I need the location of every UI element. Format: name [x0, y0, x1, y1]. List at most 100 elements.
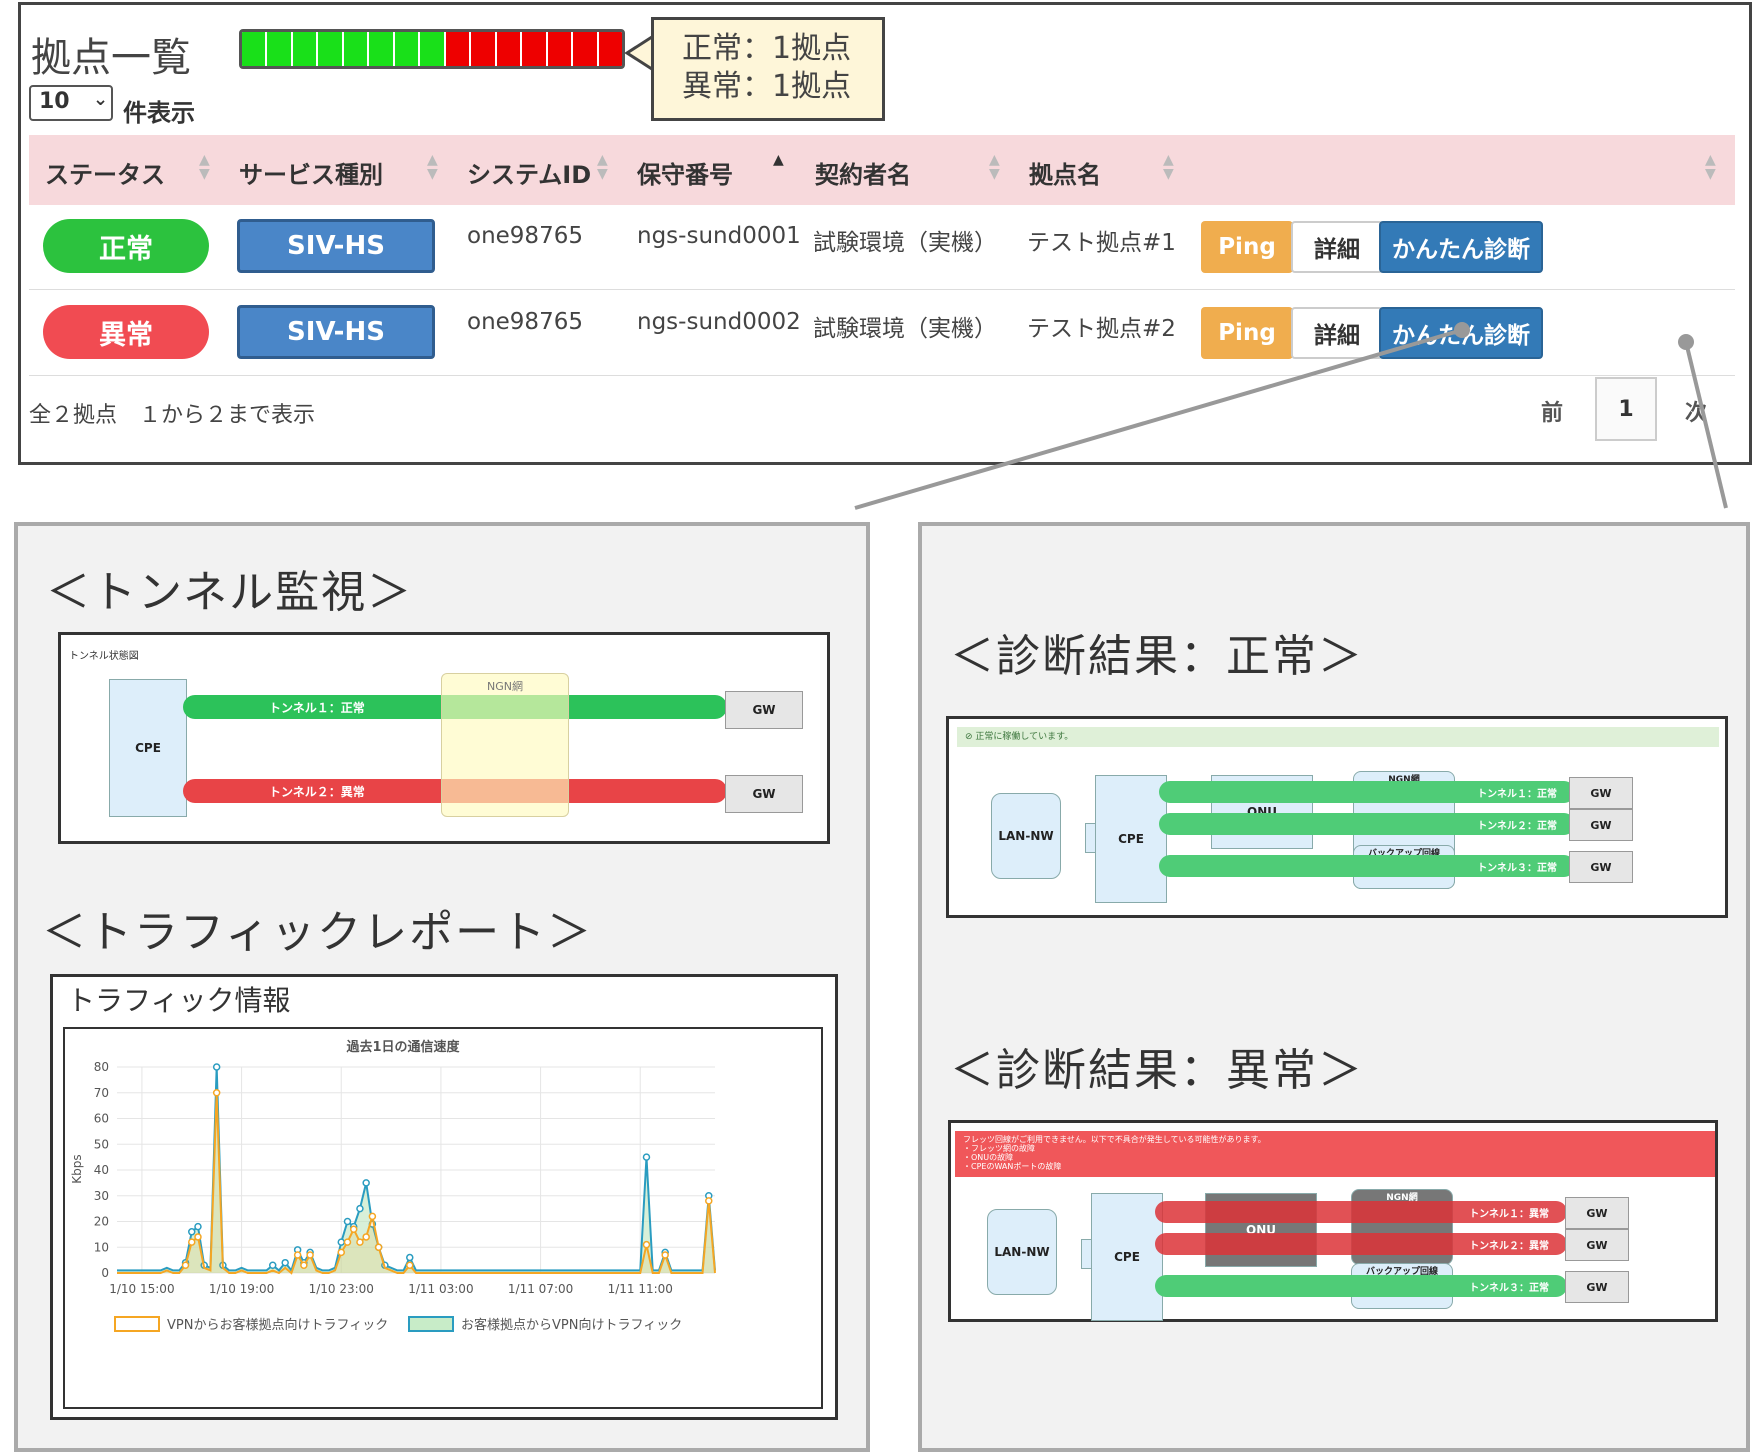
data-point: [300, 1261, 308, 1270]
error-cause-item: ・フレッツ網の故障: [963, 1144, 1035, 1153]
data-point: [642, 1240, 651, 1249]
data-point: [356, 1204, 364, 1213]
legend-label: お客様拠点からVPN向けトラフィック: [461, 1317, 682, 1333]
traffic-panel-title: トラフィック情報: [67, 984, 291, 1017]
y-tick-label: 30: [94, 1189, 109, 1203]
data-point: [368, 1212, 377, 1221]
chart-title: 過去1日の通信速度: [345, 1039, 460, 1055]
tunnel-section-title: ＜トンネル監視＞: [46, 567, 414, 618]
gw-node: GW: [1565, 1271, 1629, 1303]
detail-panel: ＜トンネル監視＞ トンネル状態図 CPE トンネル１：正常 トンネル２：異常 N…: [14, 522, 870, 1452]
sort-icon[interactable]: ▲ ▼: [989, 153, 1000, 181]
ngn-network-zone: NGN網: [441, 673, 569, 817]
tunnel-2-label: トンネル２：異常: [1469, 1240, 1549, 1252]
detail-button[interactable]: 詳細: [1291, 307, 1383, 359]
ping-button[interactable]: Ping: [1201, 307, 1293, 359]
table-row: 正常 SIV-HS one98765 ngs-sund0001 試験環境（実機）…: [21, 205, 1741, 289]
lan-nw-node: LAN-NW: [987, 1209, 1057, 1295]
status-segment-error: [471, 32, 497, 66]
y-tick-label: 10: [94, 1240, 109, 1254]
maintenance-no-cell: ngs-sund0001: [637, 223, 801, 249]
y-tick-label: 70: [94, 1086, 109, 1100]
status-segment-error: [598, 32, 622, 66]
status-segment-normal: [267, 32, 293, 66]
legend-label: VPNからお客様拠点向けトラフィック: [167, 1317, 388, 1333]
gw-node: GW: [725, 775, 803, 813]
prev-page-button[interactable]: 前: [1541, 395, 1563, 427]
series-line: [117, 1092, 716, 1275]
y-tick-label: 0: [101, 1266, 109, 1280]
status-segment-normal: [369, 32, 395, 66]
tunnel-2-label: トンネル２：異常: [269, 784, 365, 799]
record-count-text: 全２拠点 １から２まで表示: [29, 403, 316, 428]
status-segment-normal: [242, 32, 268, 66]
legend-swatch: [408, 1316, 454, 1332]
site-name-cell: テスト拠点#2: [1027, 316, 1176, 342]
cpe-node: CPE: [1095, 775, 1167, 903]
data-point: [188, 1238, 196, 1246]
diagnosis-ok-title: ＜診断結果：正常＞: [950, 631, 1364, 682]
sort-asc-icon[interactable]: ▲: [773, 153, 784, 167]
column-header-site[interactable]: 拠点名: [1029, 155, 1101, 190]
status-summary-bar: [239, 29, 625, 69]
data-point: [293, 1251, 302, 1259]
next-page-button[interactable]: 次: [1685, 395, 1707, 427]
tunnel-1-pipe: トンネル１：異常: [1155, 1201, 1567, 1223]
diagnosis-ok-diagram: ⊘ 正常に稼働しています。 LAN-NW CPE ONU NGN網 バックアップ…: [946, 716, 1728, 918]
page-size-label: 件表示: [123, 99, 195, 127]
status-segment-error: [547, 32, 574, 66]
status-segment-normal: [343, 32, 370, 66]
series-area: [117, 1092, 715, 1273]
sort-icon[interactable]: ▲ ▼: [1705, 153, 1716, 181]
sort-icon[interactable]: ▲ ▼: [597, 153, 608, 181]
tunnel-2-pipe: トンネル２：異常: [1155, 1233, 1567, 1255]
ok-banner: ⊘ 正常に稼働しています。: [957, 727, 1719, 747]
data-point: [343, 1217, 352, 1226]
column-header-system-id[interactable]: システムID: [467, 155, 591, 190]
tunnel-diagram-title: トンネル状態図: [69, 651, 139, 662]
site-list-panel: 拠点一覧 正常：1拠点 異常：1拠点 10 ⌄ 件表示 ステータス ▲ ▼ サービ…: [18, 2, 1752, 465]
page-size-value: 10: [39, 89, 70, 114]
sort-icon[interactable]: ▲ ▼: [199, 153, 210, 181]
column-header-contractor[interactable]: 契約者名: [815, 155, 911, 190]
tunnel-1-label: トンネル１：異常: [1469, 1208, 1549, 1220]
series-line: [117, 1066, 716, 1273]
page-size-select[interactable]: 10 ⌄: [29, 85, 113, 121]
data-point: [642, 1153, 651, 1161]
ping-button[interactable]: Ping: [1201, 221, 1293, 273]
quick-diagnosis-button[interactable]: かんたん診断: [1379, 307, 1543, 359]
status-summary-callout: 正常：1拠点 異常：1拠点: [651, 17, 885, 121]
data-point: [362, 1179, 370, 1187]
traffic-info-panel: トラフィック情報 過去1日の通信速度 Kbps 0 10 20 30 40 50 60 70 80 1…: [50, 974, 838, 1420]
contractor-cell: 試験環境（実機）: [813, 230, 997, 256]
column-header-status[interactable]: ステータス: [45, 155, 165, 190]
row-divider: [29, 375, 1735, 376]
gw-node: GW: [725, 691, 803, 729]
data-point: [306, 1251, 314, 1259]
y-axis-label: Kbps: [70, 1154, 84, 1183]
y-tick-label: 80: [94, 1060, 109, 1074]
data-point: [661, 1251, 669, 1259]
traffic-chart-frame: 過去1日の通信速度 Kbps 0 10 20 30 40 50 60 70 80 1/10 15:00…: [63, 1027, 823, 1409]
y-tick-label: 40: [94, 1163, 109, 1177]
status-segment-error: [573, 32, 599, 66]
data-point: [212, 1089, 221, 1097]
gw-node: GW: [1569, 777, 1633, 809]
site-name-cell: テスト拠点#1: [1027, 230, 1176, 256]
error-cause-item: ・ONUの故障: [963, 1153, 1014, 1162]
quick-diagnosis-button[interactable]: かんたん診断: [1379, 221, 1543, 273]
x-tick-label: 1/10 15:00: [109, 1282, 174, 1296]
table-header: ステータス ▲ ▼ サービス種別 ▲ ▼ システムID ▲ ▼ 保守番号 ▲ 契約者名…: [29, 135, 1735, 205]
data-point: [212, 1063, 221, 1071]
column-header-maintenance-no[interactable]: 保守番号: [637, 155, 733, 190]
detail-button[interactable]: 詳細: [1291, 221, 1383, 273]
column-header-service[interactable]: サービス種別: [239, 155, 383, 190]
legend-swatch: [114, 1316, 160, 1332]
status-badge: 異常: [43, 305, 209, 359]
sort-icon[interactable]: ▲ ▼: [427, 153, 438, 181]
y-tick-label: 60: [94, 1112, 109, 1126]
tunnel-2-label: トンネル２：正常: [1477, 820, 1557, 832]
page-number-button[interactable]: 1: [1595, 377, 1657, 441]
sort-icon[interactable]: ▲ ▼: [1163, 153, 1174, 181]
data-point: [337, 1248, 345, 1257]
